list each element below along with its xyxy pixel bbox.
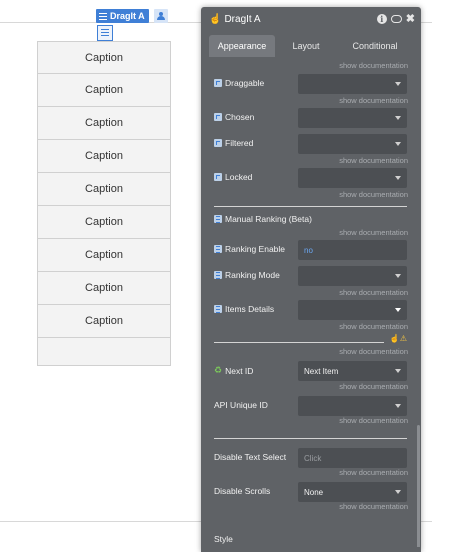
editor-page: DragIt A Caption Caption Caption Caption…	[0, 0, 474, 552]
doc-link[interactable]: show documentation	[339, 416, 408, 425]
warning-icon[interactable]: ☝⚠	[390, 334, 407, 343]
plugin-icon	[214, 173, 222, 181]
list-item-caption: Caption	[85, 84, 123, 96]
list-item-caption: Caption	[85, 183, 123, 195]
chevron-down-icon	[395, 308, 401, 312]
user-icon[interactable]	[154, 9, 168, 23]
list-item[interactable]: Caption	[37, 206, 171, 239]
list-item[interactable]: Caption	[37, 272, 171, 305]
ranking-enable-field[interactable]: no	[298, 240, 407, 260]
panel-content: show documentation Draggable show docume…	[201, 57, 421, 547]
pointer-hand-icon: ☝	[209, 13, 222, 25]
list-item[interactable]: Caption	[37, 41, 171, 74]
ranking-enable-label: Ranking Enable	[214, 244, 285, 254]
plugin-icon	[214, 113, 222, 121]
ranking-mode-label: Ranking Mode	[214, 270, 280, 280]
disable-text-select-label: Disable Text Select	[214, 452, 287, 462]
style-label: Style	[214, 534, 233, 544]
doc-link[interactable]: show documentation	[339, 61, 408, 70]
panel-scrollbar[interactable]	[417, 425, 420, 547]
items-details-dropdown[interactable]	[298, 300, 407, 320]
recycle-icon: ♻	[214, 365, 223, 375]
chevron-down-icon	[395, 116, 401, 120]
chosen-label: Chosen	[214, 112, 254, 122]
draggable-dropdown[interactable]	[298, 74, 407, 94]
list-item-caption: Caption	[85, 315, 123, 327]
list-item-caption: Caption	[85, 249, 123, 261]
tab-conditional[interactable]: Conditional	[337, 35, 413, 57]
draggable-list[interactable]: Caption Caption Caption Caption Caption …	[37, 41, 171, 366]
chevron-down-icon	[395, 142, 401, 146]
list-item[interactable]: Caption	[37, 173, 171, 206]
doc-link[interactable]: show documentation	[339, 190, 408, 199]
next-id-label: ♻ Next ID	[214, 365, 254, 376]
locked-label: Locked	[214, 172, 252, 182]
tab-layout[interactable]: Layout	[275, 35, 337, 57]
tab-appearance[interactable]: Appearance	[209, 35, 275, 57]
plugin-icon	[214, 79, 222, 87]
close-icon[interactable]: ✖	[406, 14, 415, 25]
section-divider	[214, 206, 407, 207]
doc-link[interactable]: show documentation	[339, 382, 408, 391]
chevron-down-icon	[395, 404, 401, 408]
doc-link[interactable]: show documentation	[339, 502, 408, 511]
comment-icon[interactable]	[390, 15, 402, 23]
chosen-dropdown[interactable]	[298, 108, 407, 128]
list-item[interactable]: Caption	[37, 74, 171, 107]
manual-ranking-label: Manual Ranking (Beta)	[214, 214, 312, 224]
chevron-down-icon	[395, 274, 401, 278]
list-item[interactable]: Caption	[37, 305, 171, 338]
list-item[interactable]: Caption	[37, 107, 171, 140]
api-unique-id-label: API Unique ID	[214, 400, 268, 410]
panel-header[interactable]: ☝ DragIt A i ✖	[201, 7, 421, 31]
doc-link[interactable]: show documentation	[339, 228, 408, 237]
disable-scrolls-label: Disable Scrolls	[214, 486, 271, 496]
panel-tabs: Appearance Layout Conditional	[201, 31, 421, 57]
chevron-down-icon	[395, 82, 401, 86]
list-item-caption: Caption	[85, 117, 123, 129]
next-id-dropdown[interactable]: Next Item	[298, 361, 407, 381]
section-divider	[214, 438, 407, 439]
plugin-icon	[214, 139, 222, 147]
element-name-tag[interactable]: DragIt A	[96, 9, 149, 23]
list-item[interactable]: Caption	[37, 239, 171, 272]
api-unique-id-dropdown[interactable]	[298, 396, 407, 416]
list-item-caption: Caption	[85, 282, 123, 294]
items-details-label: Items Details	[214, 304, 274, 314]
ranking-mode-dropdown[interactable]	[298, 266, 407, 286]
doc-link[interactable]: show documentation	[339, 468, 408, 477]
chevron-down-icon	[395, 176, 401, 180]
list-item-caption: Caption	[85, 51, 123, 64]
section-divider	[214, 342, 384, 343]
draggable-label: Draggable	[214, 78, 264, 88]
list-plugin-icon	[214, 215, 222, 223]
doc-link[interactable]: show documentation	[339, 347, 408, 356]
disable-text-select-field[interactable]: Click	[298, 448, 407, 468]
filtered-label: Filtered	[214, 138, 253, 148]
list-plugin-icon	[214, 305, 222, 313]
list-plugin-icon	[214, 245, 222, 253]
list-item-caption: Caption	[85, 150, 123, 162]
element-name-label: DragIt A	[110, 11, 145, 21]
list-item-caption: Caption	[85, 216, 123, 228]
doc-link[interactable]: show documentation	[339, 96, 408, 105]
locked-dropdown[interactable]	[298, 168, 407, 188]
disable-scrolls-dropdown[interactable]: None	[298, 482, 407, 502]
list-element-icon[interactable]	[97, 25, 113, 41]
doc-link[interactable]: show documentation	[339, 322, 408, 331]
panel-title: DragIt A	[224, 13, 261, 25]
menu-icon	[99, 12, 107, 20]
list-empty-area	[37, 338, 171, 366]
doc-link[interactable]: show documentation	[339, 288, 408, 297]
chevron-down-icon	[395, 490, 401, 494]
list-plugin-icon	[214, 271, 222, 279]
property-editor-panel: ☝ DragIt A i ✖ Appearance Layout Conditi…	[201, 7, 421, 552]
doc-link[interactable]: show documentation	[339, 156, 408, 165]
filtered-dropdown[interactable]	[298, 134, 407, 154]
list-item[interactable]: Caption	[37, 140, 171, 173]
info-icon[interactable]: i	[376, 14, 387, 24]
chevron-down-icon	[395, 369, 401, 373]
